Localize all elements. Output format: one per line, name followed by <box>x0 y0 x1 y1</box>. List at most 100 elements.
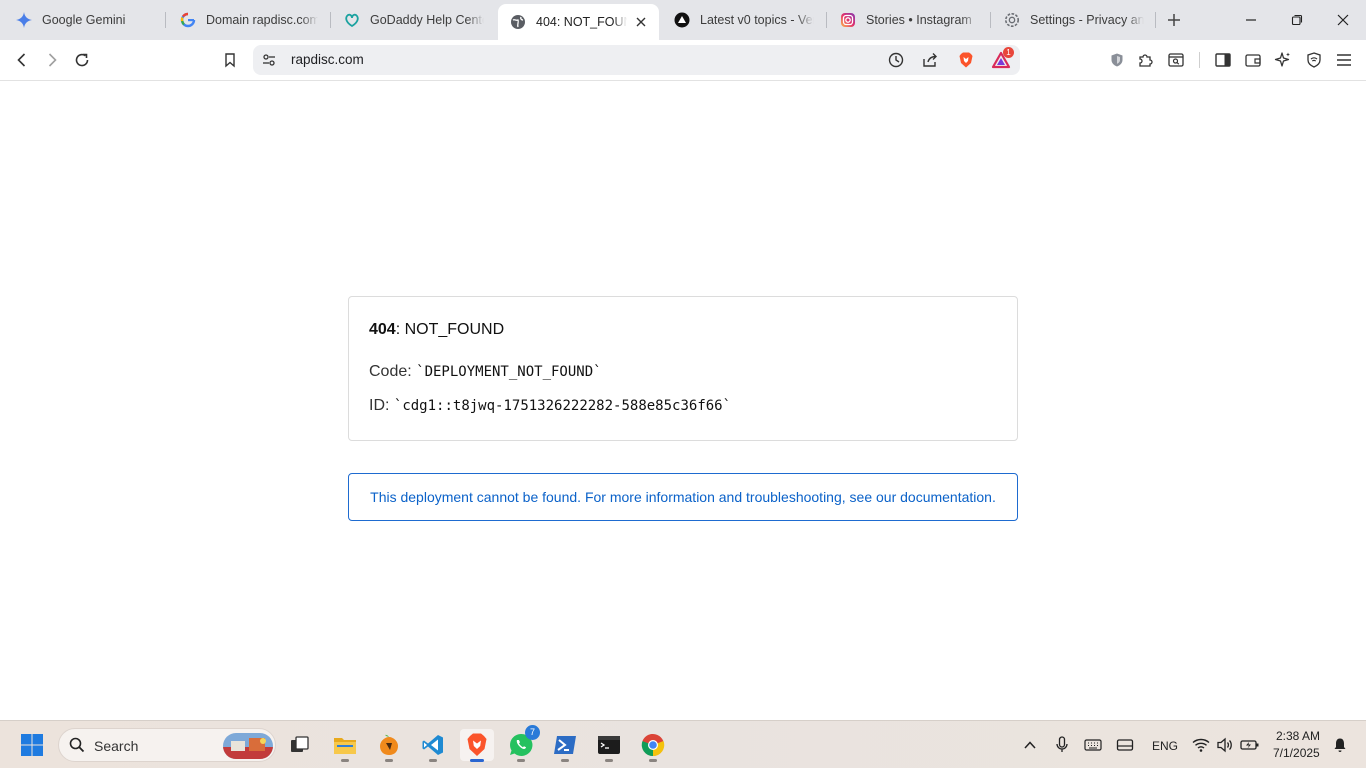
close-tab-icon[interactable] <box>633 14 649 30</box>
taskbar-vs-code[interactable] <box>416 729 450 762</box>
sidebar-button[interactable] <box>1210 48 1236 72</box>
vpn-shield-icon <box>1307 52 1321 68</box>
shield-icon <box>1111 53 1123 67</box>
minimize-button[interactable] <box>1228 0 1274 40</box>
tab-label: Settings - Privacy and <box>1030 13 1144 27</box>
fl-studio-icon <box>380 734 398 755</box>
plus-icon <box>1168 14 1180 26</box>
microphone-icon <box>1056 736 1068 752</box>
tab-label: GoDaddy Help Center <box>370 13 484 27</box>
settings-icon <box>1004 12 1020 28</box>
error-status-text: : NOT_FOUND <box>395 321 505 338</box>
touch-keyboard-button[interactable] <box>1083 735 1103 755</box>
microphone-button[interactable] <box>1052 735 1072 755</box>
display-icon <box>1116 739 1134 751</box>
share-icon[interactable] <box>920 50 940 70</box>
documentation-link-box[interactable]: This deployment cannot be found. For mor… <box>348 473 1018 521</box>
sparkle-icon <box>1274 52 1290 67</box>
powershell-icon <box>554 736 576 754</box>
taskbar-chrome[interactable] <box>636 729 670 762</box>
forward-arrow-icon <box>48 53 57 67</box>
taskbar-search[interactable]: Search <box>58 728 276 762</box>
address-bar[interactable]: rapdisc.com 1 <box>253 45 1020 75</box>
back-button[interactable] <box>9 48 35 72</box>
tab-strip: Google Gemini Domain rapdisc.com S GoDad… <box>0 0 1366 40</box>
puzzle-icon <box>1139 54 1153 67</box>
task-view-button[interactable] <box>283 729 317 761</box>
browser-toolbar: rapdisc.com 1 <box>0 40 1366 81</box>
documentation-link-text[interactable]: This deployment cannot be found. For mor… <box>370 489 996 505</box>
taskbar-brave-browser[interactable] <box>460 729 494 762</box>
close-window-button[interactable] <box>1320 0 1366 40</box>
brave-vpn-button[interactable] <box>1104 48 1130 72</box>
network-button[interactable] <box>1191 735 1211 755</box>
wallet-icon <box>1245 54 1261 67</box>
start-button[interactable] <box>15 729 49 761</box>
tab-separator <box>1155 12 1156 28</box>
tab-settings-privacy[interactable]: Settings - Privacy and <box>992 4 1154 36</box>
input-language-indicator[interactable]: ENG <box>1152 739 1178 753</box>
search-placeholder: Search <box>94 738 139 754</box>
tab-vercel-topics[interactable]: Latest v0 topics - Verc <box>662 4 824 36</box>
search-tab-button[interactable] <box>1163 48 1189 72</box>
reload-icon <box>75 53 89 67</box>
windows-logo-icon <box>21 734 43 756</box>
site-info-icon[interactable] <box>259 50 279 70</box>
show-hidden-icons-button[interactable] <box>1020 735 1040 755</box>
taskbar-fl-studio[interactable] <box>372 729 406 762</box>
notifications-button[interactable] <box>1330 735 1350 755</box>
sidebar-icon <box>1215 53 1231 67</box>
brave-rewards-icon[interactable]: 1 <box>991 47 1014 70</box>
history-icon[interactable] <box>886 50 906 70</box>
hamburger-menu-icon <box>1337 54 1351 66</box>
tab-label: Latest v0 topics - Verc <box>700 13 814 27</box>
error-card: 404: NOT_FOUND Code: `DEPLOYMENT_NOT_FOU… <box>348 296 1018 441</box>
display-button[interactable] <box>1115 735 1135 755</box>
tab-label: Stories • Instagram <box>866 13 972 27</box>
tab-godaddy-help[interactable]: GoDaddy Help Center <box>332 4 494 36</box>
taskbar-terminal[interactable] <box>592 729 626 762</box>
close-icon <box>1337 14 1349 26</box>
bookmark-button[interactable] <box>217 48 243 72</box>
menu-button[interactable] <box>1331 48 1357 72</box>
clock-time[interactable]: 2:38 AM <box>1276 729 1320 743</box>
restore-icon <box>1291 14 1303 26</box>
godaddy-icon <box>344 12 360 28</box>
error-code-row: Code: `DEPLOYMENT_NOT_FOUND` <box>369 363 602 381</box>
minimize-icon <box>1246 19 1256 21</box>
reload-button[interactable] <box>69 48 95 72</box>
taskbar-powershell[interactable] <box>548 729 582 762</box>
restore-button[interactable] <box>1274 0 1320 40</box>
vpn-button[interactable] <box>1301 48 1327 72</box>
windows-taskbar: Search 7 ENG 2:38 AM 7/1/2025 <box>0 720 1366 768</box>
extensions-button[interactable] <box>1133 48 1159 72</box>
taskbar-file-explorer[interactable] <box>328 729 362 762</box>
globe-icon <box>510 14 526 30</box>
brave-shields-icon[interactable] <box>956 50 976 70</box>
leo-ai-button[interactable] <box>1270 48 1296 72</box>
speaker-icon <box>1217 737 1232 753</box>
tab-domain-rapdisc[interactable]: Domain rapdisc.com S <box>168 4 328 36</box>
instagram-icon <box>840 12 856 28</box>
page-content: 404: NOT_FOUND Code: `DEPLOYMENT_NOT_FOU… <box>0 81 1366 720</box>
brave-icon <box>467 733 487 756</box>
clock-date[interactable]: 7/1/2025 <box>1273 746 1320 760</box>
whatsapp-unread-badge: 7 <box>525 725 540 740</box>
forward-button[interactable] <box>39 48 65 72</box>
tab-separator <box>826 12 827 28</box>
battery-button[interactable] <box>1240 735 1260 755</box>
error-status-code: 404 <box>369 321 396 338</box>
new-tab-button[interactable] <box>1164 10 1184 30</box>
volume-button[interactable] <box>1215 735 1235 755</box>
chrome-icon <box>641 733 665 757</box>
tab-instagram-stories[interactable]: Stories • Instagram <box>828 4 988 36</box>
taskbar-whatsapp[interactable]: 7 <box>504 725 540 762</box>
tab-google-gemini[interactable]: Google Gemini <box>4 4 164 36</box>
vscode-icon <box>422 735 443 755</box>
wallet-button[interactable] <box>1240 48 1266 72</box>
error-id-value: `cdg1::t8jwq-1751326222282-588e85c36f66` <box>393 398 732 414</box>
tab-404-not-found[interactable]: 404: NOT_FOUND <box>498 4 659 40</box>
search-highlight-image <box>223 733 273 759</box>
wifi-icon <box>1192 738 1210 752</box>
url-text[interactable]: rapdisc.com <box>291 52 364 67</box>
